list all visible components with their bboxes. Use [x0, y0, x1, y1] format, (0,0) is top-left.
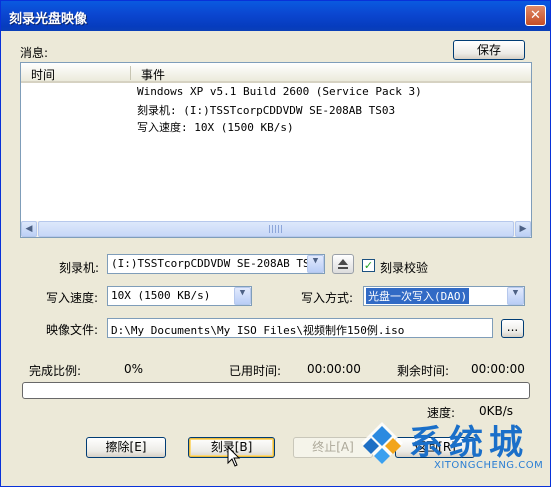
watermark-subtext: XITONGCHENG.COM: [434, 460, 544, 471]
horizontal-scrollbar[interactable]: ◀ ▶: [21, 221, 531, 237]
burn-image-dialog: 刻录光盘映像 ✕ 消息: 保存 时间 事件 Windows XP v5.1 Bu…: [0, 0, 551, 487]
watermark-text: 系统城: [409, 423, 529, 463]
mouse-cursor-icon: [227, 446, 241, 467]
speed-select[interactable]: 10X (1500 KB/s) ▼: [107, 286, 252, 306]
window-title: 刻录光盘映像: [9, 12, 88, 27]
image-file-path: D:\My Documents\My ISO Files\视频制作150例.is…: [111, 324, 405, 337]
scroll-left-icon[interactable]: ◀: [21, 221, 37, 237]
title-bar[interactable]: 刻录光盘映像 ✕: [1, 1, 550, 31]
watermark-logo-icon: [361, 422, 403, 464]
speed-value: 10X (1500 KB/s): [111, 289, 211, 302]
burner-label: 刻录机:: [59, 261, 100, 275]
remaining-value: 00:00:00: [471, 362, 525, 376]
write-mode-label: 写入方式:: [301, 291, 354, 305]
column-divider[interactable]: [130, 66, 131, 80]
scroll-right-icon[interactable]: ▶: [515, 221, 531, 237]
column-time[interactable]: 时间: [31, 66, 55, 83]
chevron-down-icon[interactable]: ▼: [307, 255, 324, 273]
write-mode-value: 光盘一次写入(DAO): [366, 288, 470, 304]
percent-value: 0%: [124, 362, 144, 376]
list-item: 写入速度: 10X (1500 KB/s): [137, 121, 294, 134]
percent-label: 完成比例:: [29, 364, 82, 378]
burner-value: (I:)TSSTcorpCDDVDW SE-208AB TS03: [111, 257, 323, 270]
message-list[interactable]: 时间 事件 Windows XP v5.1 Build 2600 (Servic…: [20, 62, 532, 238]
browse-button[interactable]: ...: [501, 319, 524, 338]
save-button[interactable]: 保存: [453, 40, 525, 60]
close-button[interactable]: ✕: [525, 5, 546, 26]
image-file-label: 映像文件:: [46, 323, 99, 337]
progress-bar: [22, 382, 530, 399]
burner-select[interactable]: (I:)TSSTcorpCDDVDW SE-208AB TS03 ▼: [107, 254, 325, 274]
remaining-label: 剩余时间:: [397, 364, 450, 378]
list-item: 刻录机: (I:)TSSTcorpCDDVDW SE-208AB TS03: [137, 104, 396, 117]
verify-checkbox[interactable]: ✓: [362, 259, 375, 272]
list-header: 时间 事件: [21, 63, 531, 83]
messages-label: 消息:: [20, 46, 49, 60]
write-mode-select[interactable]: 光盘一次写入(DAO) ▼: [363, 286, 525, 306]
list-item: Windows XP v5.1 Build 2600 (Service Pack…: [137, 85, 422, 98]
eject-button[interactable]: [332, 254, 354, 274]
grip-icon: [269, 225, 283, 233]
erase-button[interactable]: 擦除[E]: [86, 437, 166, 458]
image-file-field[interactable]: D:\My Documents\My ISO Files\视频制作150例.is…: [107, 318, 493, 338]
elapsed-label: 已用时间:: [229, 364, 282, 378]
speed-label: 写入速度:: [46, 291, 99, 305]
verify-label[interactable]: 刻录校验: [380, 259, 428, 276]
eject-icon: [338, 259, 348, 265]
chevron-down-icon[interactable]: ▼: [507, 287, 524, 305]
column-event[interactable]: 事件: [141, 66, 165, 83]
elapsed-value: 00:00:00: [307, 362, 361, 376]
chevron-down-icon[interactable]: ▼: [234, 287, 251, 305]
close-icon: ✕: [530, 8, 541, 23]
scroll-thumb[interactable]: [38, 221, 514, 237]
